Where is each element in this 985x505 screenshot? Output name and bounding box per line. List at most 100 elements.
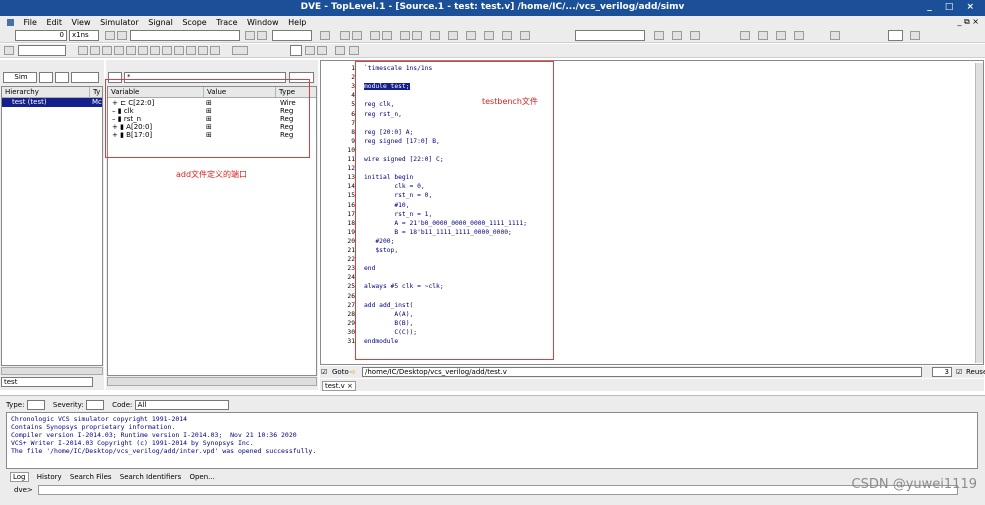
line-number: 23 <box>347 265 355 273</box>
menu-edit[interactable]: Edit <box>46 16 62 29</box>
code-select[interactable]: All <box>134 400 229 410</box>
source-vscrollbar[interactable] <box>975 63 983 363</box>
step-back-icon[interactable] <box>370 31 380 40</box>
line-number: 31 <box>347 338 355 345</box>
add-schematic-icon[interactable] <box>114 46 124 55</box>
forward-icon[interactable] <box>352 31 362 40</box>
zoom-out-icon[interactable] <box>672 31 682 40</box>
hierarchy-col[interactable]: Hierarchy <box>2 87 90 97</box>
zoom-cursor-icon[interactable] <box>776 31 786 40</box>
tab-log[interactable]: Log <box>10 472 29 482</box>
menu-scope[interactable]: Scope <box>182 16 206 29</box>
mdi-controls[interactable]: _ ⧉ × <box>957 17 979 27</box>
list-icon[interactable] <box>412 31 422 40</box>
group-icon[interactable] <box>150 46 160 55</box>
menu-trace[interactable]: Trace <box>216 16 237 29</box>
driver-icon[interactable] <box>466 31 476 40</box>
zoom-area-icon[interactable] <box>758 31 768 40</box>
goto-arrow-icon[interactable]: ➪ <box>350 366 356 378</box>
goto-path-input[interactable]: /home/IC/Desktop/vcs_verilog/add/test.v <box>362 367 922 377</box>
add-wave-icon[interactable] <box>90 46 100 55</box>
filter-combo[interactable] <box>290 45 302 56</box>
sim-mode-select[interactable]: Sim <box>3 72 37 83</box>
bookmark-icon[interactable] <box>198 46 208 55</box>
source-icon[interactable] <box>335 46 345 55</box>
reuse-checkbox[interactable]: ☑ <box>956 366 962 378</box>
add-signal-icon[interactable] <box>78 46 88 55</box>
menu-window[interactable]: Window <box>247 16 279 29</box>
tab-history[interactable]: History <box>37 473 62 481</box>
goto-label: Goto <box>332 368 349 376</box>
zoom-fit-icon[interactable] <box>690 31 700 40</box>
load-icon[interactable] <box>484 31 494 40</box>
wave-icon[interactable] <box>400 31 410 40</box>
type-select[interactable] <box>26 400 45 410</box>
menu-signal[interactable]: Signal <box>148 16 173 29</box>
log-line: Chronologic VCS simulator copyright 1991… <box>11 415 188 423</box>
grid-combo[interactable] <box>888 30 903 41</box>
line-number: 21 <box>347 247 355 254</box>
find-next-icon[interactable] <box>257 31 267 40</box>
hier-filter-combo[interactable] <box>39 72 53 83</box>
arrow-icon[interactable] <box>210 46 220 55</box>
zoom-prev-icon[interactable] <box>794 31 804 40</box>
severity-select[interactable] <box>85 400 104 410</box>
binoculars-icon[interactable] <box>117 31 127 40</box>
color-icon[interactable] <box>232 46 248 55</box>
back-icon[interactable] <box>340 31 350 40</box>
hier-type-combo[interactable] <box>55 72 69 83</box>
line-number: 8 <box>351 128 355 136</box>
find-prev-icon[interactable] <box>245 31 255 40</box>
bus-icon[interactable] <box>174 46 184 55</box>
tree-item-test[interactable]: test (test) Mc <box>2 98 102 107</box>
window-controls[interactable]: _ □ × <box>927 2 979 12</box>
type-col[interactable]: Ty <box>90 87 104 97</box>
ungroup-icon[interactable] <box>162 46 172 55</box>
line-number: 20 <box>347 237 355 245</box>
add-list-icon[interactable] <box>102 46 112 55</box>
signal-input[interactable] <box>18 45 66 56</box>
zoom-in-icon[interactable] <box>654 31 664 40</box>
hier-scope-combo[interactable] <box>71 72 99 83</box>
menu-simulator[interactable]: Simulator <box>100 16 139 29</box>
collapse-icon[interactable] <box>138 46 148 55</box>
goto-checkbox[interactable]: ☑ <box>321 366 327 378</box>
cursor-icon[interactable] <box>105 31 115 40</box>
tab-search-identifiers[interactable]: Search Identifiers <box>120 473 181 481</box>
zoom-full-icon[interactable] <box>740 31 750 40</box>
tree-item-name: test (test) <box>12 98 47 106</box>
command-input[interactable] <box>38 485 958 495</box>
console-tabs: Log History Search Files Search Identifi… <box>10 472 215 482</box>
copy-icon[interactable] <box>320 31 330 40</box>
expand-icon[interactable] <box>126 46 136 55</box>
scope-combo[interactable] <box>272 30 312 41</box>
memory-icon[interactable] <box>448 31 458 40</box>
line-number: 19 <box>347 228 355 236</box>
hierarchy-pane: Sim Hierarchy Ty test (test) Mc test <box>0 60 104 390</box>
tab-source[interactable]: test.v × <box>322 381 356 391</box>
tab-open[interactable]: Open... <box>189 473 214 481</box>
tab-search-files[interactable]: Search Files <box>70 473 112 481</box>
menu-help[interactable]: Help <box>288 16 306 29</box>
schematic-icon[interactable] <box>430 31 440 40</box>
flat-view-icon[interactable] <box>317 46 327 55</box>
hier-hscrollbar[interactable] <box>1 367 103 375</box>
refresh-icon[interactable] <box>349 46 359 55</box>
flag-icon[interactable] <box>502 31 512 40</box>
menu-file[interactable]: File <box>24 16 37 29</box>
time-input[interactable]: 0 <box>15 30 67 41</box>
search-combo[interactable] <box>130 30 240 41</box>
hier-search-input[interactable]: test <box>1 377 93 387</box>
download-icon[interactable] <box>4 46 14 55</box>
var-hscrollbar[interactable] <box>107 377 317 386</box>
reuse-count[interactable]: 3 <box>932 367 952 377</box>
run-icon[interactable] <box>520 31 530 40</box>
time-unit-select[interactable]: x1ns <box>69 30 99 41</box>
grid-icon[interactable] <box>910 31 920 40</box>
hier-view-icon[interactable] <box>305 46 315 55</box>
marker-icon[interactable] <box>830 31 840 40</box>
menu-view[interactable]: View <box>72 16 91 29</box>
delete-icon[interactable] <box>186 46 196 55</box>
step-forward-icon[interactable] <box>382 31 392 40</box>
time-range-combo[interactable] <box>575 30 645 41</box>
